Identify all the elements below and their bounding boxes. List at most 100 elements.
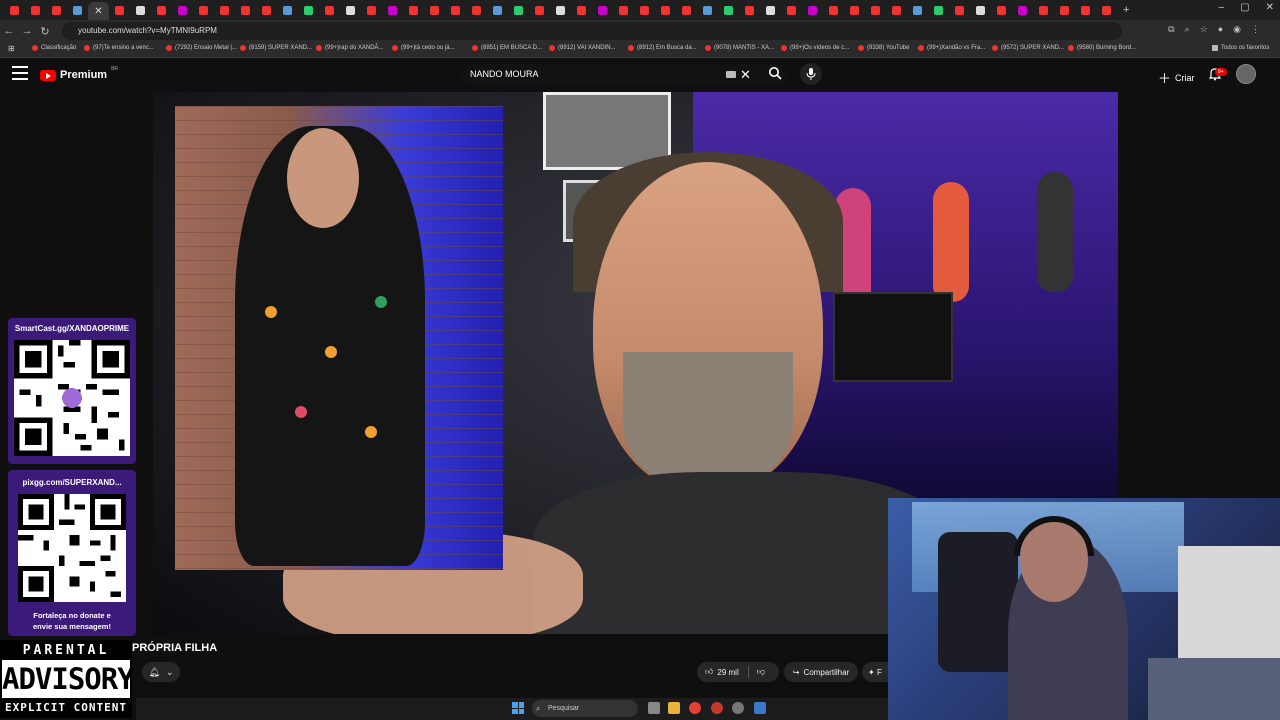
hamburger-menu-icon[interactable] xyxy=(12,66,28,80)
bookmark-item[interactable]: (8851) EM BUSCA D... xyxy=(472,45,542,51)
browser-tab[interactable] xyxy=(613,2,634,18)
youtube-logo[interactable]: Premium BR xyxy=(40,66,118,81)
clear-search-icon[interactable]: ✕ xyxy=(740,67,751,83)
browser-tab[interactable] xyxy=(1054,2,1075,18)
bookmark-item[interactable]: (7292) Ensaio Metal |... xyxy=(166,45,237,51)
browser-tab[interactable] xyxy=(928,2,949,18)
close-window-button[interactable]: ✕ xyxy=(1266,2,1274,13)
browser-tab[interactable] xyxy=(109,2,130,18)
browser-tab[interactable] xyxy=(487,2,508,18)
like-count[interactable]: 29 mil xyxy=(717,668,738,677)
profile-icon[interactable]: ◉ xyxy=(1233,24,1241,35)
search-input[interactable]: NANDO MOURA xyxy=(470,69,539,79)
bookmark-star-icon[interactable]: ☆ xyxy=(1200,24,1208,35)
browser-tab[interactable] xyxy=(697,2,718,18)
browser-tab[interactable] xyxy=(571,2,592,18)
browser-tab[interactable] xyxy=(382,2,403,18)
bookmark-item[interactable]: Todos os favoritos xyxy=(1212,45,1269,51)
bookmark-item[interactable]: (9338) YouTube xyxy=(858,45,909,51)
bookmark-item[interactable]: (9078) MANTIS - XA... xyxy=(705,45,774,51)
browser-tab[interactable] xyxy=(151,2,172,18)
browser-tab[interactable] xyxy=(550,2,571,18)
browser-tab[interactable] xyxy=(865,2,886,18)
browser-tab[interactable] xyxy=(4,2,25,18)
bookmark-item[interactable]: (99+)Os vídeos de c... xyxy=(781,45,849,51)
browser-tab[interactable] xyxy=(1075,2,1096,18)
browser-tab[interactable] xyxy=(739,2,760,18)
search-icon[interactable] xyxy=(768,66,782,80)
browser-tab[interactable] xyxy=(508,2,529,18)
browser-tab[interactable] xyxy=(214,2,235,18)
bookmark-item[interactable]: (9572) SUPER XAND... xyxy=(992,45,1064,51)
browser-tab[interactable] xyxy=(529,2,550,18)
browser-tab[interactable] xyxy=(907,2,928,18)
bookmark-item[interactable]: (99+)Xandão vs Fra... xyxy=(918,45,985,51)
chrome-icon[interactable] xyxy=(689,702,701,714)
bookmark-item[interactable]: Classificação xyxy=(32,45,76,51)
windows-start-icon[interactable] xyxy=(512,702,524,714)
browser-tab[interactable] xyxy=(991,2,1012,18)
bookmark-item[interactable]: (99+)tá cedo ou já... xyxy=(392,45,455,51)
avatar[interactable] xyxy=(1236,64,1256,84)
url-field[interactable]: youtube.com/watch?v=MyTMNI9uRPM xyxy=(62,22,1122,40)
bookmark-item[interactable]: (8912) VAI XANDIN... xyxy=(549,45,616,51)
browser-tab[interactable] xyxy=(1096,2,1117,18)
browser-tab[interactable] xyxy=(676,2,697,18)
browser-tab[interactable] xyxy=(130,2,151,18)
bookmark-item[interactable]: (8912) Em Busca da... xyxy=(628,45,697,51)
browser-tab[interactable] xyxy=(193,2,214,18)
settings-gear-icon[interactable] xyxy=(732,702,744,714)
search-box[interactable]: NANDO MOURA ✕ xyxy=(462,64,788,86)
extension-icon[interactable]: ● xyxy=(1218,24,1223,35)
zoom-icon[interactable]: ⌕ xyxy=(1185,24,1190,35)
browser-tab[interactable] xyxy=(823,2,844,18)
reload-icon[interactable]: ↻ xyxy=(36,25,54,38)
browser-tab[interactable] xyxy=(172,2,193,18)
maximize-button[interactable]: ▢ xyxy=(1240,2,1249,13)
browser-tab[interactable] xyxy=(424,2,445,18)
browser-tab[interactable] xyxy=(25,2,46,18)
new-tab-button[interactable]: + xyxy=(1123,4,1129,16)
browser-tab[interactable] xyxy=(1012,2,1033,18)
browser-tab[interactable] xyxy=(361,2,382,18)
bookmark-item[interactable]: (99+)rap do XANDÃ... xyxy=(316,45,384,51)
browser-tab[interactable] xyxy=(718,2,739,18)
browser-tab[interactable] xyxy=(340,2,361,18)
browser-tab[interactable] xyxy=(67,2,88,18)
browser-tab[interactable] xyxy=(1033,2,1054,18)
browser-tab[interactable] xyxy=(298,2,319,18)
browser-tab[interactable] xyxy=(445,2,466,18)
browser-tab[interactable] xyxy=(403,2,424,18)
mic-icon[interactable] xyxy=(800,63,822,85)
browser-tab[interactable] xyxy=(592,2,613,18)
share-button[interactable]: ↪ Compartilhar xyxy=(784,662,858,682)
minimize-button[interactable]: – xyxy=(1219,2,1225,13)
menu-icon[interactable]: ⋮ xyxy=(1251,24,1260,35)
subscription-bell-button[interactable]: 🔔︎ ⌄ xyxy=(142,662,180,682)
bookmark-item[interactable]: (8159) SUPER XAND... xyxy=(240,45,312,51)
browser-tab[interactable] xyxy=(970,2,991,18)
browser-tab[interactable]: ✕ xyxy=(88,2,109,20)
browser-tab[interactable] xyxy=(949,2,970,18)
app-icon[interactable] xyxy=(711,702,723,714)
app-icon[interactable] xyxy=(754,702,766,714)
browser-tab[interactable] xyxy=(466,2,487,18)
back-icon[interactable]: ← xyxy=(0,25,18,37)
browser-tab[interactable] xyxy=(844,2,865,18)
browser-tab[interactable] xyxy=(802,2,823,18)
browser-tab[interactable] xyxy=(781,2,802,18)
browser-tab[interactable] xyxy=(277,2,298,18)
task-view-icon[interactable] xyxy=(648,702,660,714)
browser-tab[interactable] xyxy=(235,2,256,18)
browser-tab[interactable] xyxy=(886,2,907,18)
bookmark-item[interactable]: (97)Te ensino a venc... xyxy=(84,45,154,51)
browser-tab[interactable] xyxy=(760,2,781,18)
browser-tab[interactable] xyxy=(46,2,67,18)
apps-grid-icon[interactable]: ⊞ xyxy=(8,44,15,53)
like-icon[interactable]: 👍︎ xyxy=(705,667,713,677)
bookmark-item[interactable]: (9580) Burning Bord... xyxy=(1068,45,1136,51)
browser-tab[interactable] xyxy=(634,2,655,18)
create-button[interactable]: ＋ Criar xyxy=(1158,68,1195,87)
file-explorer-icon[interactable] xyxy=(668,702,680,714)
browser-tab[interactable] xyxy=(319,2,340,18)
